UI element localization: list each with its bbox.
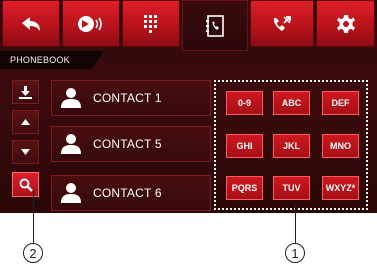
contact-row[interactable]: CONTACT 1 [51, 80, 211, 116]
contact-name: CONTACT 1 [93, 91, 162, 105]
section-title: PHONEBOOK [0, 51, 104, 69]
phonebook-screen: PHONEBOOK CONTACT 1 CONTACT 5 CONTACT 6 … [0, 0, 377, 213]
scroll-down-button[interactable] [12, 140, 39, 164]
download-button[interactable] [12, 80, 39, 104]
callout-leader-keypad [295, 205, 296, 243]
scroll-up-icon [21, 119, 30, 125]
callout-keypad: 1 [285, 243, 305, 263]
download-icon [19, 85, 32, 99]
dialpad-button[interactable] [122, 0, 180, 47]
scroll-up-button[interactable] [12, 110, 39, 134]
contact-row[interactable]: CONTACT 6 [51, 175, 211, 211]
settings-icon [336, 14, 355, 33]
contact-name: CONTACT 6 [93, 186, 162, 200]
contact-name: CONTACT 5 [93, 137, 162, 151]
key-wxyz[interactable]: WXYZ* [322, 176, 359, 200]
key-tuv[interactable]: TUV [273, 176, 310, 200]
dialpad-icon [144, 14, 157, 33]
back-icon [22, 16, 40, 31]
contact-avatar-icon [61, 134, 81, 154]
callout-leader-search [33, 190, 34, 244]
alphabet-keypad: 0-9 ABC DEF GHI JKL MNO PQRS TUV WXYZ* [214, 80, 368, 210]
search-icon [19, 178, 33, 192]
phonebook-tab[interactable] [182, 0, 248, 51]
contact-avatar-icon [61, 88, 81, 108]
top-toolbar [0, 0, 377, 51]
scroll-down-icon [21, 149, 30, 155]
contact-row[interactable]: CONTACT 5 [51, 126, 211, 162]
call-log-button[interactable] [250, 0, 314, 47]
key-abc[interactable]: ABC [273, 91, 310, 115]
contact-avatar-icon [61, 183, 81, 203]
callout-search: 2 [23, 243, 43, 263]
back-button[interactable] [2, 0, 60, 47]
key-jkl[interactable]: JKL [273, 134, 310, 158]
media-audio-icon [78, 15, 102, 32]
search-button[interactable] [12, 172, 39, 197]
key-0-9[interactable]: 0-9 [226, 91, 263, 115]
key-mno[interactable]: MNO [322, 134, 359, 158]
media-button[interactable] [62, 0, 120, 47]
key-def[interactable]: DEF [322, 91, 359, 115]
settings-button[interactable] [316, 0, 375, 47]
key-ghi[interactable]: GHI [226, 134, 263, 158]
key-pqrs[interactable]: PQRS [226, 176, 263, 200]
phonebook-icon [206, 14, 224, 37]
call-log-icon [273, 15, 291, 31]
